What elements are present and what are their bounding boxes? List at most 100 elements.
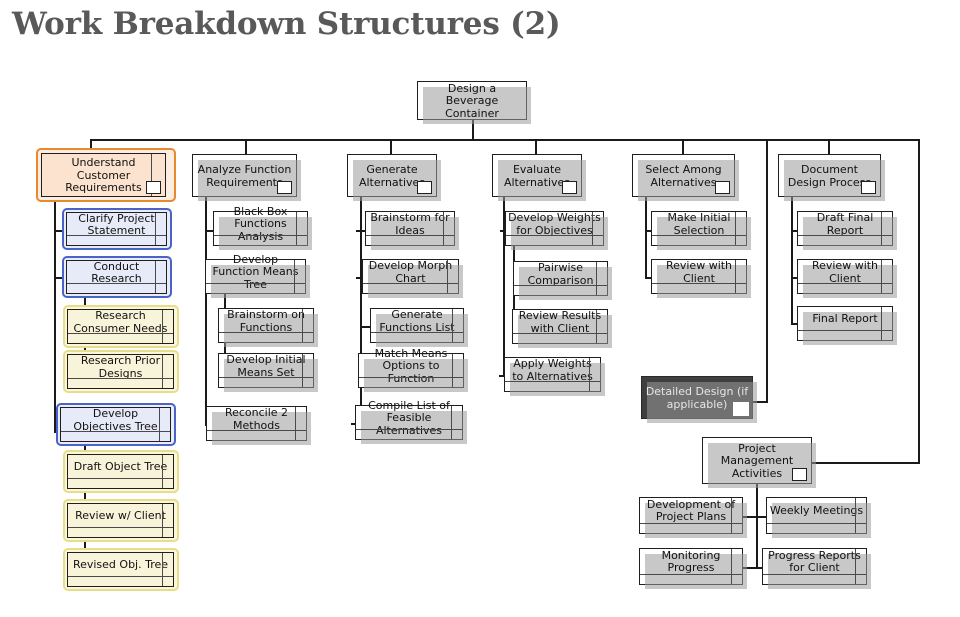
inner-divider-vertical: [442, 212, 444, 245]
inner-divider-horizontal: [356, 428, 462, 430]
inner-divider-vertical: [154, 213, 156, 245]
node-compile-list-of-feasible-alternatives[interactable]: Compile List of Feasible Alternatives: [355, 398, 467, 444]
connector-bus-to-detailed-design: [766, 139, 768, 403]
node-label: Final Report: [812, 312, 878, 326]
node-conduct-research[interactable]: Conduct Research: [66, 260, 167, 294]
inner-divider-horizontal: [68, 477, 173, 479]
connector-bus-to-col2: [390, 139, 392, 155]
node-black-box-functions-analysis[interactable]: Black Box Functions Analysis: [213, 204, 312, 250]
connector-right-rail-to-pm: [812, 462, 920, 464]
node-notch: [146, 181, 161, 194]
node-match-means-options-to-function[interactable]: Match Means Options to Function: [358, 347, 468, 392]
inner-divider-vertical: [158, 408, 160, 441]
node-review-with-client-col4[interactable]: Review with Client: [651, 259, 751, 298]
node-apply-weights-to-alternatives[interactable]: Apply Weights to Alternatives: [504, 357, 605, 396]
inner-divider-horizontal: [67, 282, 166, 284]
inner-divider-horizontal: [652, 282, 746, 284]
node-label: Develop Initial Means Set: [226, 353, 306, 379]
inner-divider-vertical: [730, 498, 732, 533]
inner-divider-vertical: [595, 310, 597, 343]
inner-divider-vertical: [161, 455, 163, 488]
node-review-results-with-client[interactable]: Review Results with Client: [512, 309, 612, 348]
inner-divider-horizontal: [505, 380, 600, 382]
node-label: Clarify Project Statement: [78, 211, 155, 237]
node-understand-customer-requirements[interactable]: Understand Customer Requirements: [41, 153, 166, 197]
node-label: Conduct Research: [91, 259, 142, 285]
inner-divider-horizontal: [640, 573, 742, 575]
inner-divider-vertical: [446, 260, 448, 293]
node-pairwise-comparison[interactable]: Pairwise Comparison: [513, 261, 612, 300]
node-notch: [715, 181, 730, 194]
inner-divider-horizontal: [798, 329, 892, 331]
inner-divider-vertical: [588, 358, 590, 391]
node-label: Black Box Functions Analysis: [233, 204, 288, 243]
inner-divider-vertical: [880, 260, 882, 293]
node-detailed-design[interactable]: Detailed Design (if applicable): [641, 376, 757, 423]
inner-divider-horizontal: [798, 282, 892, 284]
connector-pm-spine: [756, 484, 758, 568]
node-final-report[interactable]: Final Report: [797, 306, 897, 345]
node-brainstorm-on-functions[interactable]: Brainstorm on Functions: [218, 308, 318, 347]
connector-col0-spine-level2: [54, 197, 56, 433]
node-notch: [733, 402, 749, 416]
inner-divider-vertical: [161, 553, 163, 586]
node-label: Draft Final Report: [816, 211, 874, 237]
inner-divider-horizontal: [763, 573, 866, 575]
node-development-of-project-plans[interactable]: Development of Project Plans: [639, 497, 747, 538]
node-label: Generate Functions List: [379, 308, 455, 334]
node-develop-function-means-tree[interactable]: Develop Function Means Tree: [205, 253, 310, 298]
inner-divider-horizontal: [359, 376, 463, 378]
node-make-initial-selection[interactable]: Make Initial Selection: [651, 211, 751, 250]
inner-divider-horizontal: [219, 376, 313, 378]
node-progress-reports-for-client[interactable]: Progress Reports for Client: [762, 548, 871, 589]
node-research-prior-designs[interactable]: Research Prior Designs: [67, 354, 174, 389]
node-project-management-activities[interactable]: Project Management Activities: [702, 437, 816, 488]
node-label: Development of Project Plans: [646, 497, 736, 523]
node-notch: [792, 468, 807, 481]
inner-divider-vertical: [295, 212, 297, 245]
inner-divider-horizontal: [68, 575, 173, 577]
inner-divider-horizontal: [513, 332, 607, 334]
node-develop-morph-chart[interactable]: Develop Morph Chart: [362, 259, 463, 298]
inner-divider-horizontal: [640, 522, 742, 524]
inner-divider-vertical: [730, 549, 732, 584]
node-label: Weekly Meetings: [769, 503, 864, 517]
node-develop-initial-means-set[interactable]: Develop Initial Means Set: [218, 353, 318, 392]
node-label: Brainstorm on Functions: [227, 308, 305, 334]
node-draft-final-report[interactable]: Draft Final Report: [797, 211, 897, 250]
node-label: Brainstorm for Ideas: [370, 211, 450, 237]
node-label: Compile List of Feasible Alternatives: [368, 398, 450, 437]
node-analyze-function-requirements[interactable]: Analyze Function Requirements: [192, 154, 301, 201]
node-select-among-alternatives[interactable]: Select Among Alternatives: [632, 154, 739, 201]
node-root[interactable]: Design a Beverage Container: [417, 81, 531, 124]
inner-divider-vertical: [451, 309, 453, 342]
inner-divider-horizontal: [206, 282, 305, 284]
node-revised-obj-tree[interactable]: Revised Obj. Tree: [67, 552, 174, 587]
node-develop-weights-for-objectives[interactable]: Develop Weights for Objectives: [505, 211, 608, 250]
node-monitoring-progress[interactable]: Monitoring Progress: [639, 548, 747, 589]
node-evaluate-alternatives[interactable]: Evaluate Alternatives: [492, 154, 586, 201]
inner-divider-vertical: [301, 309, 303, 342]
inner-divider-horizontal: [214, 234, 307, 236]
wbs-diagram-canvas: Design a Beverage Container Understand C…: [0, 0, 960, 617]
node-label: Develop Morph Chart: [368, 259, 453, 285]
node-weekly-meetings[interactable]: Weekly Meetings: [766, 497, 871, 538]
node-label: Review with Client: [811, 259, 879, 285]
node-generate-alternatives[interactable]: Generate Alternatives: [347, 154, 441, 201]
node-document-design-process[interactable]: Document Design Process: [778, 154, 885, 201]
node-notch: [417, 181, 432, 194]
node-label: Review w/ Client: [75, 509, 166, 523]
node-reconcile-2-methods[interactable]: Reconcile 2 Methods: [206, 406, 311, 445]
node-review-with-client-col5[interactable]: Review with Client: [797, 259, 897, 298]
node-brainstorm-for-ideas[interactable]: Brainstorm for Ideas: [365, 211, 459, 250]
connector-col5-spine-level2: [791, 197, 793, 325]
node-notch: [277, 181, 292, 194]
inner-divider-horizontal: [61, 430, 170, 432]
node-draft-object-tree[interactable]: Draft Object Tree: [67, 454, 174, 489]
node-generate-functions-list[interactable]: Generate Functions List: [370, 308, 468, 347]
node-develop-objectives-tree[interactable]: Develop Objectives Tree: [60, 407, 171, 442]
node-review-w-client[interactable]: Review w/ Client: [67, 503, 174, 538]
node-research-consumer-needs[interactable]: Research Consumer Needs: [67, 309, 174, 344]
node-clarify-project-statement[interactable]: Clarify Project Statement: [66, 212, 167, 246]
node-label: Reconcile 2 Methods: [224, 406, 289, 432]
